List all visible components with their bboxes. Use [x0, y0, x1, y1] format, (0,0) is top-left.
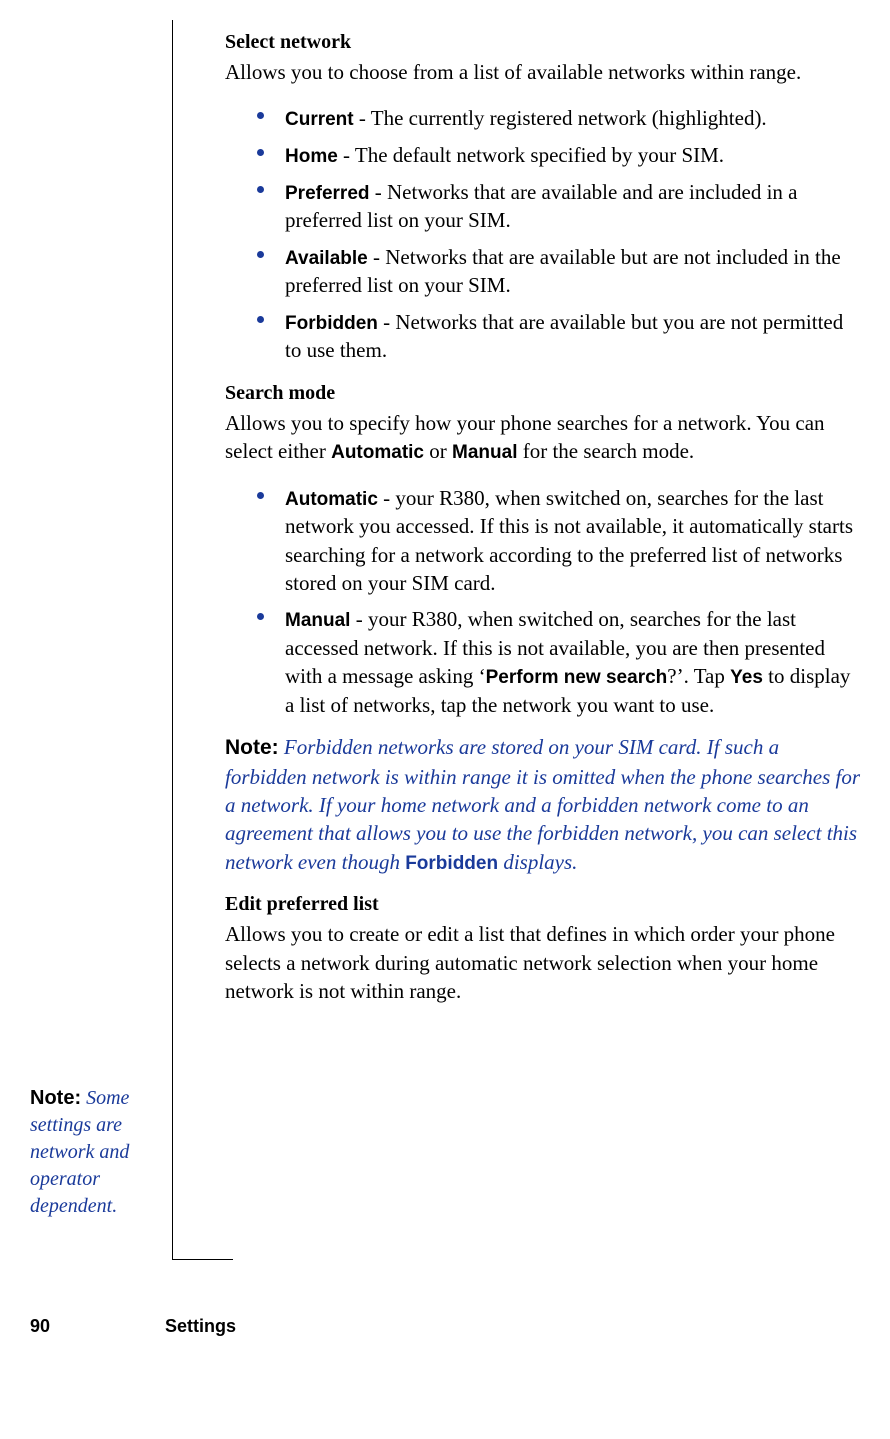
- bullet-icon: [257, 112, 264, 119]
- yes-button-label: Yes: [730, 667, 763, 688]
- text-run: or: [424, 439, 452, 463]
- term: Manual: [285, 610, 350, 631]
- bullet-icon: [257, 613, 264, 620]
- heading-edit-preferred: Edit preferred list: [225, 890, 860, 918]
- bullet-icon: [257, 149, 264, 156]
- para-select-network-intro: Allows you to choose from a list of avai…: [225, 58, 860, 86]
- desc: - The default network specified by your …: [338, 143, 724, 167]
- term: Forbidden: [285, 313, 378, 334]
- list-item: Home - The default network specified by …: [285, 141, 860, 170]
- bullet-icon: [257, 186, 264, 193]
- term-forbidden: Forbidden: [405, 853, 498, 874]
- list-item: Preferred - Networks that are available …: [285, 178, 860, 235]
- section-name: Settings: [165, 1314, 236, 1339]
- term: Home: [285, 146, 338, 167]
- list-item: Forbidden - Networks that are available …: [285, 308, 860, 365]
- main-column: Select network Allows you to choose from…: [225, 28, 860, 1005]
- para-search-mode-intro: Allows you to specify how your phone sea…: [225, 409, 860, 466]
- term: Automatic: [285, 489, 378, 510]
- list-item: Available - Networks that are available …: [285, 243, 860, 300]
- manual-page: Select network Allows you to choose from…: [0, 0, 890, 1380]
- list-search-mode: Automatic - your R380, when switched on,…: [225, 484, 860, 720]
- heading-search-mode: Search mode: [225, 379, 860, 407]
- prompt-text: Perform new search: [486, 667, 668, 688]
- desc: - Networks that are available but are no…: [285, 245, 841, 298]
- desc: - The currently registered network (high…: [354, 106, 767, 130]
- margin-note: Note: Some settings are network and oper…: [30, 1085, 160, 1220]
- desc: ?’. Tap: [667, 664, 730, 688]
- bullet-icon: [257, 492, 264, 499]
- note-main: Note: Forbidden networks are stored on y…: [225, 733, 860, 876]
- text-run: displays.: [498, 850, 577, 874]
- list-select-network: Current - The currently registered netwo…: [225, 104, 860, 364]
- term: Available: [285, 248, 368, 269]
- list-item: Current - The currently registered netwo…: [285, 104, 860, 133]
- bullet-icon: [257, 251, 264, 258]
- list-item: Automatic - your R380, when switched on,…: [285, 484, 860, 598]
- bullet-icon: [257, 316, 264, 323]
- note-label: Note:: [225, 736, 279, 759]
- note-body: Forbidden networks are stored on your SI…: [225, 735, 860, 873]
- page-number: 90: [30, 1314, 160, 1339]
- heading-select-network: Select network: [225, 28, 860, 56]
- content-frame-rule: [172, 20, 233, 1260]
- list-item: Manual - your R380, when switched on, se…: [285, 605, 860, 719]
- term: Preferred: [285, 183, 370, 204]
- note-label: Note:: [30, 1087, 81, 1109]
- page-footer: 90 Settings: [30, 1312, 830, 1340]
- para-edit-preferred-intro: Allows you to create or edit a list that…: [225, 920, 860, 1005]
- term-manual: Manual: [452, 442, 517, 463]
- text-run: for the search mode.: [517, 439, 694, 463]
- term-automatic: Automatic: [331, 442, 424, 463]
- term: Current: [285, 109, 354, 130]
